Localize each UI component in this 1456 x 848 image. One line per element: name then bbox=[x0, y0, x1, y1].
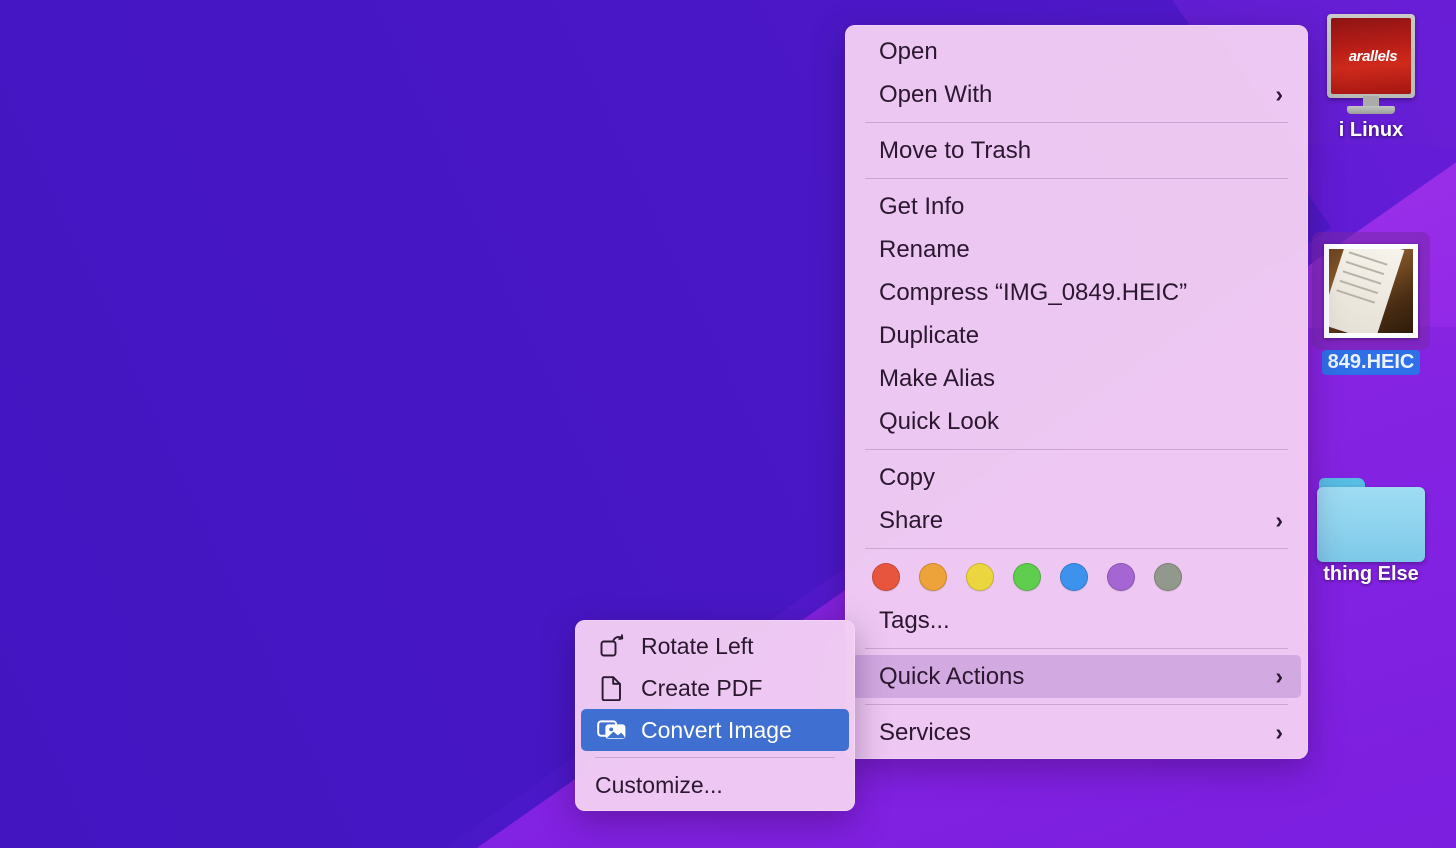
tag-color-purple[interactable] bbox=[1107, 563, 1135, 591]
photo-thumbnail-frame bbox=[1324, 244, 1418, 338]
menu-item-label: Get Info bbox=[879, 192, 965, 220]
finder-context-menu[interactable]: Open Open With › Move to Trash Get Info … bbox=[845, 25, 1308, 759]
menu-item-quick-look[interactable]: Quick Look bbox=[852, 400, 1301, 443]
tag-color-blue[interactable] bbox=[1060, 563, 1088, 591]
menu-item-duplicate[interactable]: Duplicate bbox=[852, 314, 1301, 357]
menu-item-label: Quick Look bbox=[879, 407, 1000, 435]
submenu-item-label: Create PDF bbox=[641, 674, 763, 701]
chevron-right-icon: › bbox=[1275, 81, 1283, 107]
menu-separator bbox=[865, 704, 1288, 705]
menu-item-share[interactable]: Share › bbox=[852, 499, 1301, 542]
menu-item-open[interactable]: Open bbox=[852, 30, 1301, 73]
menu-separator bbox=[865, 178, 1288, 179]
menu-separator bbox=[865, 122, 1288, 123]
document-page-icon bbox=[595, 674, 629, 702]
tag-color-orange[interactable] bbox=[919, 563, 947, 591]
menu-item-open-with[interactable]: Open With › bbox=[852, 73, 1301, 116]
menu-separator bbox=[865, 648, 1288, 649]
tag-color-row[interactable] bbox=[845, 555, 1308, 599]
submenu-item-convert-image[interactable]: Convert Image bbox=[581, 709, 849, 751]
chevron-right-icon: › bbox=[1275, 719, 1283, 745]
menu-item-tags[interactable]: Tags... bbox=[852, 599, 1301, 642]
tag-color-green[interactable] bbox=[1013, 563, 1041, 591]
tag-color-red[interactable] bbox=[872, 563, 900, 591]
quick-actions-submenu[interactable]: Rotate Left Create PDF Convert Image Cus… bbox=[575, 620, 855, 811]
monitor-display: arallels bbox=[1331, 18, 1411, 94]
rotate-left-icon bbox=[595, 632, 629, 660]
submenu-item-customize[interactable]: Customize... bbox=[581, 764, 849, 806]
submenu-item-label: Rotate Left bbox=[641, 632, 754, 659]
photo-stack-icon bbox=[595, 716, 629, 744]
tag-color-yellow[interactable] bbox=[966, 563, 994, 591]
folder-icon bbox=[1317, 478, 1425, 562]
parallels-vm-icon: arallels bbox=[1321, 8, 1421, 118]
chevron-right-icon: › bbox=[1275, 663, 1283, 689]
menu-separator bbox=[865, 548, 1288, 549]
menu-item-label: Copy bbox=[879, 463, 936, 491]
menu-item-label: Tags... bbox=[879, 606, 950, 634]
menu-item-label: Services bbox=[879, 718, 972, 746]
menu-item-make-alias[interactable]: Make Alias bbox=[852, 357, 1301, 400]
menu-item-label: Make Alias bbox=[879, 364, 996, 392]
submenu-item-label: Customize... bbox=[595, 771, 723, 798]
monitor-base bbox=[1347, 106, 1395, 114]
folder-body bbox=[1317, 487, 1425, 562]
menu-item-label: Open With bbox=[879, 80, 993, 108]
desktop-icon-img-0849-heic[interactable]: 849.HEIC bbox=[1286, 232, 1456, 380]
menu-item-copy[interactable]: Copy bbox=[852, 456, 1301, 499]
photo-paper-document bbox=[1329, 249, 1405, 333]
menu-item-label: Rename bbox=[879, 235, 970, 263]
desktop-icon-label-selected: 849.HEIC bbox=[1321, 350, 1421, 375]
menu-item-move-to-trash[interactable]: Move to Trash bbox=[852, 129, 1301, 172]
file-selection-background bbox=[1312, 232, 1430, 350]
menu-item-quick-actions[interactable]: Quick Actions › bbox=[852, 655, 1301, 698]
submenu-item-create-pdf[interactable]: Create PDF bbox=[581, 667, 849, 709]
menu-item-compress[interactable]: Compress “IMG_0849.HEIC” bbox=[852, 271, 1301, 314]
desktop-icon-something-else[interactable]: thing Else bbox=[1286, 478, 1456, 592]
menu-item-services[interactable]: Services › bbox=[852, 711, 1301, 754]
menu-separator bbox=[865, 449, 1288, 450]
submenu-item-label: Convert Image bbox=[641, 716, 792, 743]
menu-item-label: Share bbox=[879, 506, 944, 534]
menu-item-get-info[interactable]: Get Info bbox=[852, 185, 1301, 228]
submenu-separator bbox=[595, 757, 835, 758]
menu-item-label: Open bbox=[879, 37, 938, 65]
desktop-icon-column: arallels i Linux 849.HEIC thing Else bbox=[1286, 0, 1456, 848]
desktop-icon-label: thing Else bbox=[1323, 563, 1419, 585]
menu-item-label: Quick Actions bbox=[879, 662, 1025, 690]
desktop-icon-label: i Linux bbox=[1338, 119, 1404, 141]
parallels-wordmark: arallels bbox=[1348, 47, 1398, 65]
monitor-screen: arallels bbox=[1327, 14, 1415, 98]
menu-item-label: Duplicate bbox=[879, 321, 980, 349]
menu-item-label: Move to Trash bbox=[879, 136, 1032, 164]
submenu-item-rotate-left[interactable]: Rotate Left bbox=[581, 625, 849, 667]
menu-item-rename[interactable]: Rename bbox=[852, 228, 1301, 271]
tag-color-gray[interactable] bbox=[1154, 563, 1182, 591]
desktop-icon-kali-linux[interactable]: arallels i Linux bbox=[1286, 8, 1456, 148]
chevron-right-icon: › bbox=[1275, 507, 1283, 533]
photo-thumbnail-image bbox=[1329, 249, 1413, 333]
menu-item-label: Compress “IMG_0849.HEIC” bbox=[879, 278, 1188, 306]
